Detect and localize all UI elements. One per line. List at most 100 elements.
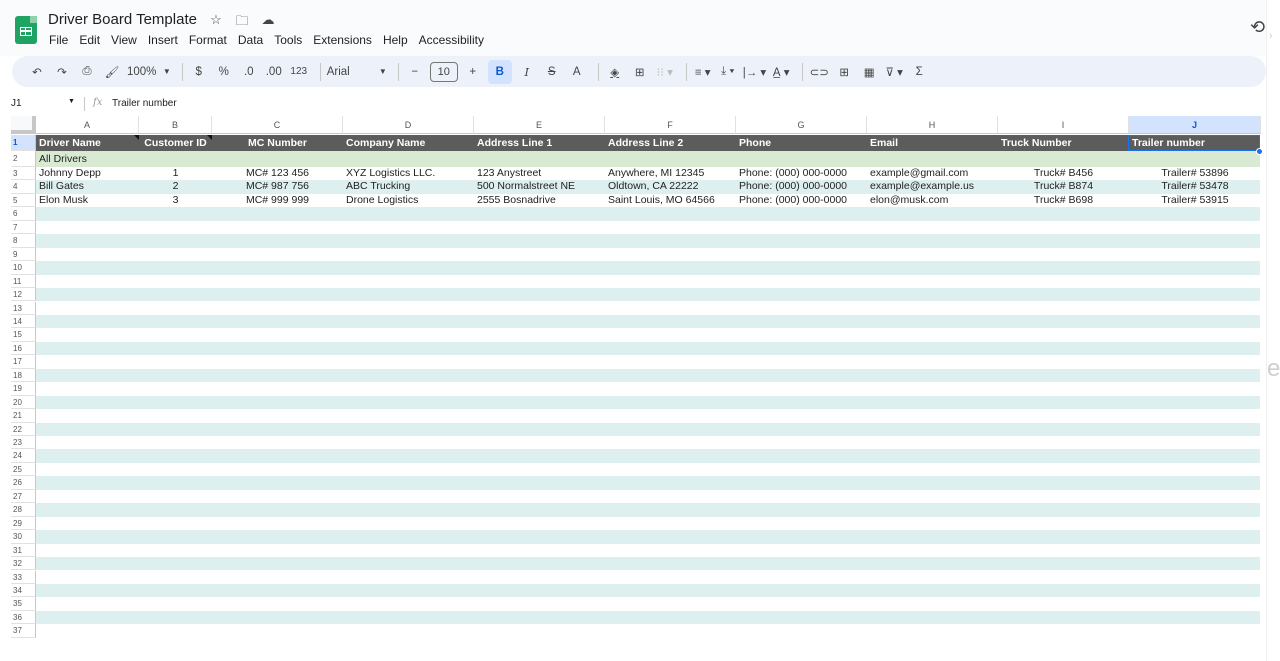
group-label[interactable]: All Drivers <box>36 151 336 167</box>
row-number[interactable]: 14 <box>11 314 36 329</box>
cell-b5[interactable]: 3 <box>139 194 212 207</box>
cell-d5[interactable]: Drone Logistics <box>343 194 474 207</box>
row-number[interactable]: 34 <box>11 583 36 598</box>
cell-e1[interactable]: Address Line 1 <box>474 135 605 151</box>
currency-format-button[interactable]: $ <box>189 60 209 84</box>
cell-d1[interactable]: Company Name <box>343 135 474 151</box>
column-header-f[interactable]: F <box>605 116 736 134</box>
bold-button[interactable]: B <box>487 59 512 84</box>
cell-g1[interactable]: Phone <box>736 135 867 151</box>
text-color-button[interactable]: A <box>567 60 587 84</box>
cell-j4[interactable]: Trailer# 53478 <box>1129 180 1261 193</box>
menu-help[interactable]: Help <box>383 33 408 47</box>
row-number[interactable]: 32 <box>11 557 36 571</box>
row-number[interactable]: 11 <box>11 274 36 289</box>
menu-data[interactable]: Data <box>238 33 263 47</box>
cell-c1[interactable]: MC Number <box>212 135 343 151</box>
decrease-decimal-button[interactable]: .0 <box>239 60 259 84</box>
row-number[interactable]: 17 <box>11 355 36 369</box>
row-number[interactable]: 16 <box>11 341 36 356</box>
chevron-down-icon[interactable]: ▼ <box>68 98 75 105</box>
cell-c3[interactable]: MC# 123 456 <box>212 167 343 180</box>
document-title[interactable]: Driver Board Template <box>48 11 197 28</box>
menu-tools[interactable]: Tools <box>274 33 302 47</box>
menu-edit[interactable]: Edit <box>79 33 100 47</box>
insert-link-icon[interactable]: ⊂⊃ <box>809 60 829 84</box>
menu-format[interactable]: Format <box>189 33 227 47</box>
row-number[interactable]: 13 <box>11 301 36 315</box>
cell-i3[interactable]: Truck# B456 <box>998 167 1129 180</box>
print-icon[interactable]: ⎙ <box>77 60 97 84</box>
star-icon[interactable]: ☆ <box>208 12 224 34</box>
cell-c5[interactable]: MC# 999 999 <box>212 194 343 207</box>
row-number[interactable]: 15 <box>11 328 36 342</box>
column-header-g[interactable]: G <box>736 116 867 134</box>
row-number[interactable]: 29 <box>11 516 36 531</box>
merge-cells-icon[interactable]: ⁝⁝ ▾ <box>655 60 675 84</box>
column-header-e[interactable]: E <box>474 116 605 134</box>
font-size-input[interactable]: 10 <box>429 61 458 82</box>
cell-e5[interactable]: 2555 Bosnadrive <box>474 194 605 207</box>
cell-j3[interactable]: Trailer# 53896 <box>1129 167 1261 180</box>
cell-i4[interactable]: Truck# B874 <box>998 180 1129 193</box>
cell-i1[interactable]: Truck Number <box>998 135 1129 151</box>
cell-h4[interactable]: example@example.us <box>867 180 998 193</box>
menu-accessibility[interactable]: Accessibility <box>419 33 484 47</box>
cell-f1[interactable]: Address Line 2 <box>605 135 736 151</box>
row-number[interactable]: 27 <box>11 489 36 504</box>
fill-color-icon[interactable]: ◈ <box>605 60 625 84</box>
row-number[interactable]: 8 <box>11 234 36 248</box>
row-number[interactable]: 9 <box>11 247 36 262</box>
column-header-d[interactable]: D <box>343 116 474 134</box>
row-number[interactable]: 3 <box>11 167 36 181</box>
column-header-j[interactable]: J <box>1129 116 1261 134</box>
menu-extensions[interactable]: Extensions <box>313 33 372 47</box>
menu-view[interactable]: View <box>111 33 137 47</box>
select-all-corner[interactable] <box>11 116 36 134</box>
cell-g4[interactable]: Phone: (000) 000-0000 <box>736 180 867 193</box>
cell-b4[interactable]: 2 <box>139 180 212 193</box>
increase-decimal-button[interactable]: .00 <box>264 60 284 84</box>
italic-button[interactable]: I <box>517 60 537 84</box>
row-number[interactable]: 23 <box>11 436 36 450</box>
cell-a4[interactable]: Bill Gates <box>36 180 139 193</box>
insert-chart-icon[interactable]: ▦ <box>859 60 879 84</box>
cell-i5[interactable]: Truck# B698 <box>998 194 1129 207</box>
row-number[interactable]: 19 <box>11 382 36 396</box>
text-wrapping-icon[interactable]: |→ ▾ <box>743 60 766 84</box>
row-number[interactable]: 12 <box>11 288 36 302</box>
redo-icon[interactable]: ↷ <box>52 60 72 84</box>
cell-d3[interactable]: XYZ Logistics LLC. <box>343 167 474 180</box>
formula-input[interactable]: Trailer number <box>112 98 177 109</box>
cell-d4[interactable]: ABC Trucking <box>343 180 474 193</box>
row-number[interactable]: 1 <box>11 135 36 151</box>
cell-b3[interactable]: 1 <box>139 167 212 180</box>
cell-e4[interactable]: 500 Normalstreet NE <box>474 180 605 193</box>
cell-f4[interactable]: Oldtown, CA 22222 <box>605 180 736 193</box>
percent-format-button[interactable]: % <box>214 60 234 84</box>
row-number[interactable]: 10 <box>11 261 36 275</box>
row-number[interactable]: 18 <box>11 368 36 383</box>
row-number[interactable]: 28 <box>11 503 36 517</box>
paint-format-icon[interactable]: 🖌 <box>102 60 122 84</box>
cell-f3[interactable]: Anywhere, MI 12345 <box>605 167 736 180</box>
menu-insert[interactable]: Insert <box>148 33 178 47</box>
undo-icon[interactable]: ↶ <box>27 60 47 84</box>
row-number[interactable]: 4 <box>11 180 36 194</box>
cloud-status-icon[interactable]: ☁ <box>260 12 276 34</box>
column-header-i[interactable]: I <box>998 116 1129 134</box>
row-number[interactable]: 26 <box>11 476 36 490</box>
row-number[interactable]: 37 <box>11 624 36 638</box>
text-rotation-icon[interactable]: A̲ ▾ <box>771 60 791 84</box>
cell-a3[interactable]: Johnny Depp <box>36 167 139 180</box>
column-header-b[interactable]: B <box>139 116 212 134</box>
row-number[interactable]: 6 <box>11 207 36 221</box>
font-select[interactable]: Arial ▼ <box>327 60 387 84</box>
row-number[interactable]: 7 <box>11 220 36 235</box>
cell-a1[interactable]: Driver Name <box>36 135 139 151</box>
cell-f5[interactable]: Saint Louis, MO 64566 <box>605 194 736 207</box>
row-number[interactable]: 24 <box>11 449 36 463</box>
column-header-a[interactable]: A <box>36 116 139 134</box>
cell-b1[interactable]: Customer ID <box>139 135 212 151</box>
move-folder-icon[interactable]: 🗀 <box>234 12 250 34</box>
